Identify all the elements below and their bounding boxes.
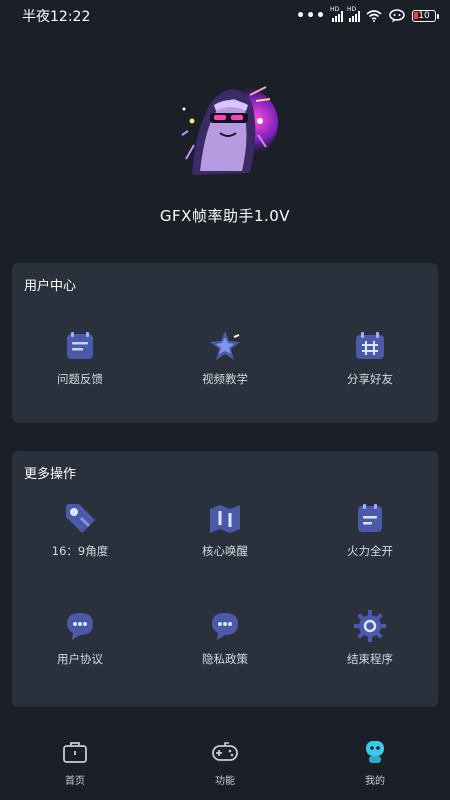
gamepad-icon	[211, 740, 239, 764]
share-friends-button[interactable]: 分享好友	[310, 329, 430, 387]
chat-icon	[208, 609, 242, 643]
app-logo-avatar	[181, 86, 278, 175]
nav-functions-label: 功能	[215, 776, 235, 787]
full-power-button[interactable]: 火力全开	[310, 501, 430, 559]
more-actions-card: 更多操作 16：9角度 核心唤醒 火力全开 用户协议 隐私政策 结束程序	[12, 451, 438, 707]
nav-mine[interactable]: 我的	[325, 740, 425, 787]
tag-icon	[63, 501, 97, 535]
user-center-card: 用户中心 问题反馈 视频教学 分享好友	[12, 263, 438, 423]
nav-home-label: 首页	[65, 776, 85, 787]
more-actions-title: 更多操作	[24, 467, 77, 482]
note-icon	[353, 501, 387, 535]
app-title: GFX帧率助手1.0V	[159, 207, 291, 225]
share-friends-label: 分享好友	[347, 372, 393, 386]
star-icon	[208, 329, 242, 363]
nav-mine-label: 我的	[365, 776, 385, 787]
user-agreement-button[interactable]: 用户协议	[20, 609, 140, 667]
feedback-label: 问题反馈	[57, 372, 103, 386]
aspect-16-9-label: 16：9角度	[51, 544, 109, 558]
assistant-icon	[389, 9, 405, 23]
briefcase-icon	[61, 740, 89, 764]
status-icons: ••• HD HD 10	[296, 6, 439, 24]
video-tutorial-label: 视频教学	[202, 372, 248, 386]
chat-icon	[63, 609, 97, 643]
battery-icon: 10	[412, 10, 439, 22]
more-dots-icon: •••	[296, 8, 326, 24]
gear-icon	[353, 609, 387, 643]
user-agreement-label: 用户协议	[57, 652, 103, 666]
nav-home[interactable]: 首页	[25, 740, 125, 787]
robot-icon	[361, 740, 389, 764]
map-icon	[208, 501, 242, 535]
status-bar: 半夜12:22 ••• HD HD 10	[0, 0, 450, 32]
user-center-title: 用户中心	[24, 279, 77, 294]
signal-icon: HD	[347, 6, 360, 22]
bottom-navigation: 首页 功能 我的	[0, 730, 450, 800]
signal-icon: HD	[330, 6, 343, 22]
exit-program-label: 结束程序	[347, 652, 393, 666]
status-time: 半夜12:22	[22, 9, 91, 25]
wifi-icon	[366, 10, 382, 22]
nav-functions[interactable]: 功能	[175, 740, 275, 787]
feedback-icon	[63, 329, 97, 363]
feedback-button[interactable]: 问题反馈	[20, 329, 140, 387]
exit-program-button[interactable]: 结束程序	[310, 609, 430, 667]
share-icon	[353, 329, 387, 363]
privacy-policy-label: 隐私政策	[202, 652, 248, 666]
aspect-16-9-button[interactable]: 16：9角度	[20, 501, 140, 559]
core-wake-button[interactable]: 核心唤醒	[165, 501, 285, 559]
full-power-label: 火力全开	[347, 544, 393, 558]
core-wake-label: 核心唤醒	[202, 544, 248, 558]
video-tutorial-button[interactable]: 视频教学	[165, 329, 285, 387]
privacy-policy-button[interactable]: 隐私政策	[165, 609, 285, 667]
